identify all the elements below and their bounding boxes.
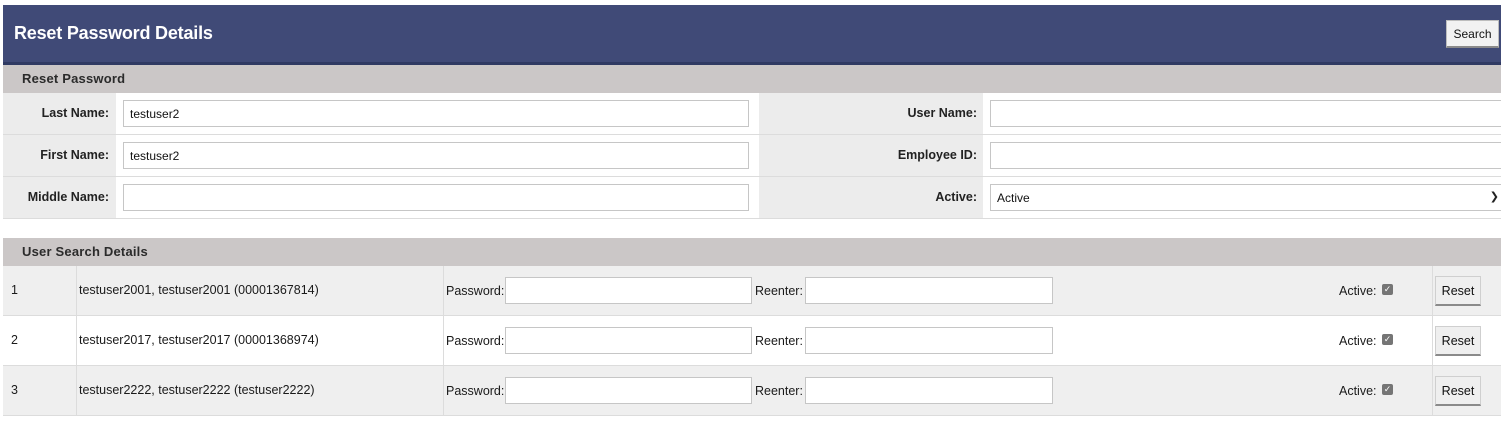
column-divider xyxy=(1432,366,1433,415)
active-filter-label: Active: xyxy=(935,190,977,204)
page-title: Reset Password Details xyxy=(14,23,213,43)
column-divider xyxy=(443,316,444,365)
first-name-input[interactable] xyxy=(123,142,749,169)
active-label: Active: xyxy=(1339,284,1377,298)
reset-button[interactable]: Reset xyxy=(1435,376,1481,406)
user-search-section-header: User Search Details xyxy=(3,238,1501,266)
reenter-input[interactable] xyxy=(805,327,1053,354)
password-label: Password: xyxy=(446,284,505,298)
section-title: User Search Details xyxy=(22,244,148,259)
employee-id-label: Employee ID: xyxy=(897,148,977,162)
last-name-cell xyxy=(116,93,759,134)
active-label: Active: xyxy=(1339,384,1377,398)
form-row-middle-name: Middle Name: Active: Active ❯ xyxy=(3,177,1501,219)
middle-name-label: Middle Name: xyxy=(27,190,109,204)
employee-id-cell xyxy=(983,135,1501,176)
reset-button[interactable]: Reset xyxy=(1435,276,1481,306)
reenter-input[interactable] xyxy=(805,377,1053,404)
column-divider xyxy=(1432,316,1433,365)
user-name-cell xyxy=(983,93,1501,134)
page-header: Reset Password Details Search xyxy=(3,5,1501,65)
middle-name-input[interactable] xyxy=(123,184,749,211)
row-number: 3 xyxy=(11,383,18,397)
column-divider xyxy=(443,366,444,415)
table-row: 3 testuser2222, testuser2222 (testuser22… xyxy=(3,366,1501,416)
active-checkbox[interactable]: ✓ xyxy=(1382,384,1393,395)
first-name-label: First Name: xyxy=(40,148,109,162)
row-number: 2 xyxy=(11,333,18,347)
column-divider xyxy=(76,316,77,365)
page: Reset Password Details Search Reset Pass… xyxy=(0,0,1501,429)
reenter-label: Reenter: xyxy=(755,384,803,398)
last-name-input[interactable] xyxy=(123,100,749,127)
user-name-input[interactable] xyxy=(990,100,1501,127)
search-button[interactable]: Search xyxy=(1446,20,1499,48)
user-name: testuser2001, testuser2001 (00001367814) xyxy=(79,283,319,297)
password-input[interactable] xyxy=(505,277,752,304)
column-divider xyxy=(1432,266,1433,315)
middle-name-cell xyxy=(116,177,759,218)
section-title: Reset Password xyxy=(22,71,126,86)
last-name-label: Last Name: xyxy=(41,106,109,120)
column-divider xyxy=(443,266,444,315)
user-name: testuser2017, testuser2017 (00001368974) xyxy=(79,333,319,347)
employee-id-input[interactable] xyxy=(990,142,1501,169)
reenter-label: Reenter: xyxy=(755,334,803,348)
reset-password-section-header: Reset Password xyxy=(3,65,1501,93)
active-filter-cell: Active ❯ xyxy=(983,177,1501,218)
user-name: testuser2222, testuser2222 (testuser2222… xyxy=(79,383,315,397)
password-input[interactable] xyxy=(505,327,752,354)
reenter-input[interactable] xyxy=(805,277,1053,304)
row-number: 1 xyxy=(11,283,18,297)
column-divider xyxy=(76,266,77,315)
password-label: Password: xyxy=(446,334,505,348)
reset-button[interactable]: Reset xyxy=(1435,326,1481,356)
active-checkbox[interactable]: ✓ xyxy=(1382,284,1393,295)
password-label: Password: xyxy=(446,384,505,398)
column-divider xyxy=(76,366,77,415)
reenter-label: Reenter: xyxy=(755,284,803,298)
table-row: 2 testuser2017, testuser2017 (0000136897… xyxy=(3,316,1501,366)
user-name-label: User Name: xyxy=(907,106,977,120)
first-name-cell xyxy=(116,135,759,176)
table-row: 1 testuser2001, testuser2001 (0000136781… xyxy=(3,266,1501,316)
form-row-first-name: First Name: Employee ID: xyxy=(3,135,1501,177)
active-label: Active: xyxy=(1339,334,1377,348)
active-checkbox[interactable]: ✓ xyxy=(1382,334,1393,345)
active-filter-select[interactable]: Active xyxy=(990,184,1501,211)
form-row-last-name: Last Name: User Name: xyxy=(3,93,1501,135)
password-input[interactable] xyxy=(505,377,752,404)
